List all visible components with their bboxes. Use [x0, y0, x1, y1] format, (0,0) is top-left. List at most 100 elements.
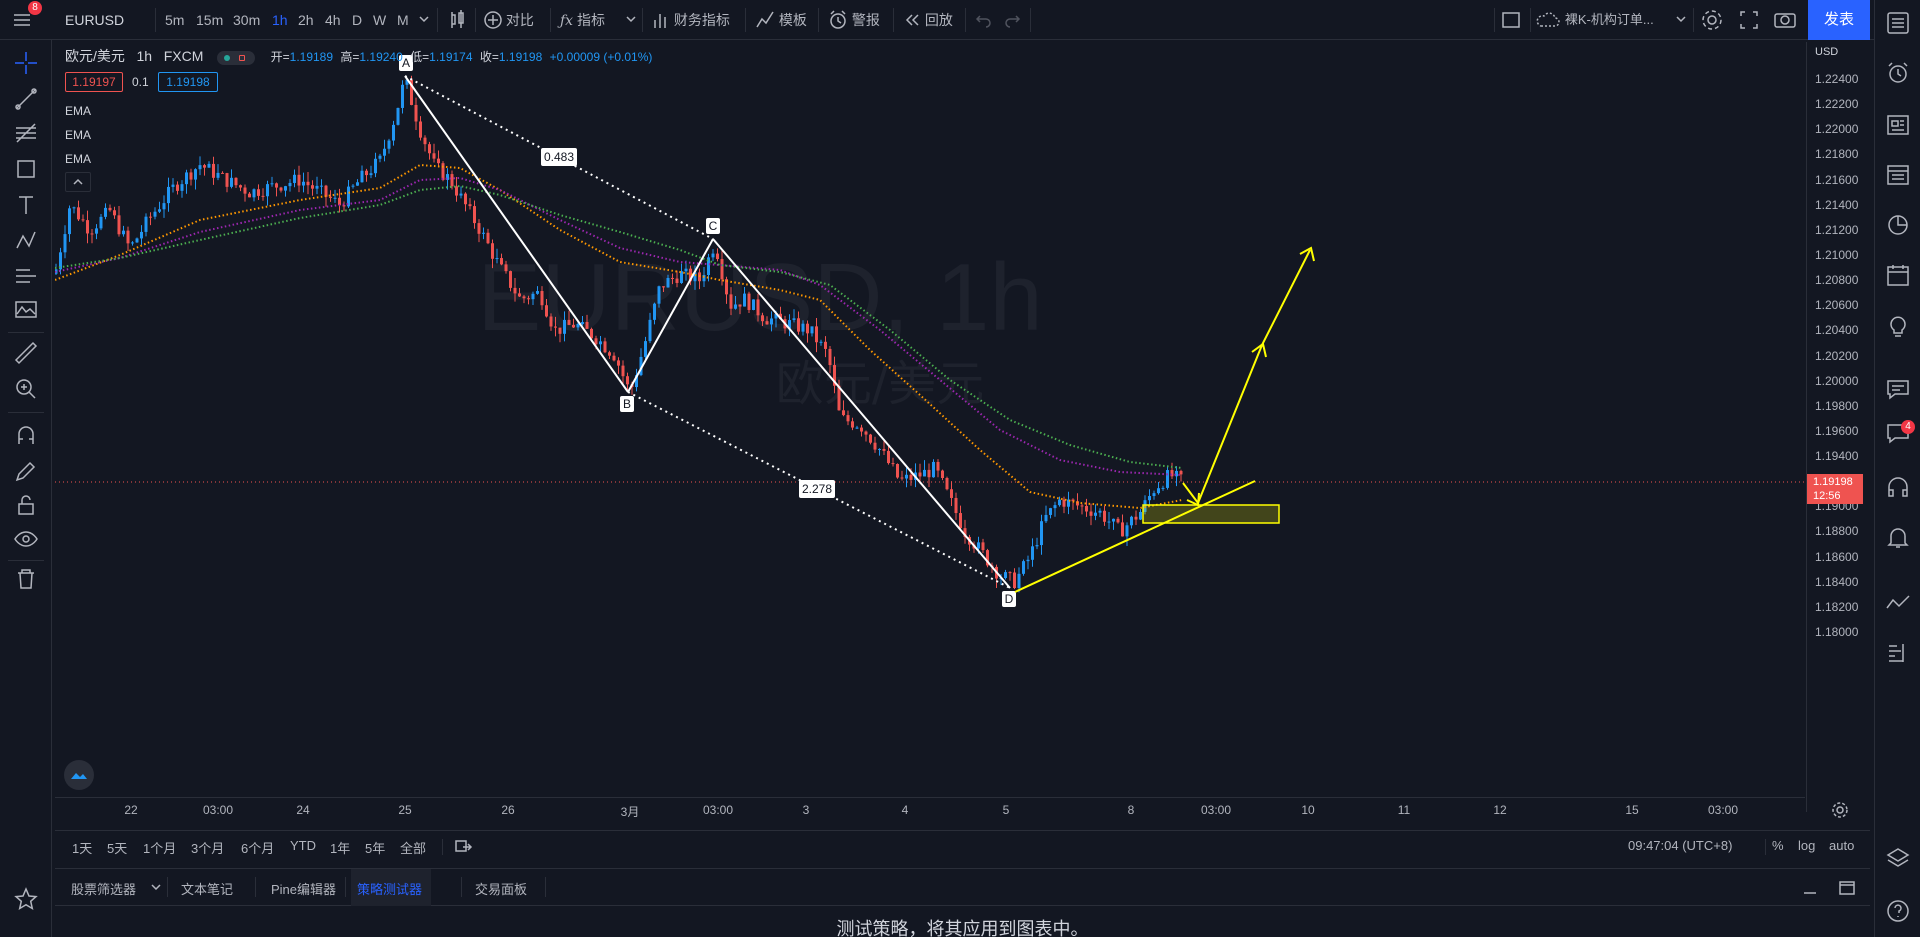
- screenshot-button[interactable]: [1773, 0, 1797, 40]
- watermark-name: 欧元/美元: [776, 356, 984, 412]
- trading-button[interactable]: [1885, 590, 1911, 616]
- trash-icon: [18, 569, 34, 589]
- range-ytd[interactable]: YTD: [290, 838, 316, 853]
- interval-m[interactable]: M: [397, 0, 409, 40]
- crosshair-tool[interactable]: [13, 50, 39, 76]
- candle-body: [1157, 488, 1160, 494]
- tab-text-notes[interactable]: 文本笔记: [181, 879, 233, 898]
- log-scale-toggle[interactable]: log: [1798, 838, 1815, 853]
- icons-tool[interactable]: [13, 296, 39, 322]
- shapes-tool[interactable]: [13, 156, 39, 182]
- tv-logo[interactable]: [64, 760, 94, 790]
- interval-5m[interactable]: 5m: [165, 0, 184, 40]
- zoom-tool[interactable]: [13, 376, 39, 402]
- auto-scale-toggle[interactable]: auto: [1829, 838, 1854, 853]
- indicators-button[interactable]: ƒx 指标: [560, 0, 605, 40]
- interval-w[interactable]: W: [373, 0, 386, 40]
- stay-drawing-tool[interactable]: [13, 458, 39, 484]
- pattern-tool[interactable]: [13, 228, 39, 254]
- interval-4h[interactable]: 4h: [325, 0, 341, 40]
- hide-drawings-tool[interactable]: [13, 526, 39, 552]
- remove-drawings-tool[interactable]: [13, 566, 39, 592]
- interval-d[interactable]: D: [352, 0, 362, 40]
- time-axis[interactable]: 22 03:00 24 25 26 3月 03:00 3 4 5 8 03:00 10 11 12 15 03:…: [55, 797, 1805, 823]
- range-1y[interactable]: 1年: [330, 838, 350, 857]
- range-5d[interactable]: 5天: [107, 838, 127, 857]
- axis-settings-button[interactable]: [1830, 800, 1850, 820]
- prediction-tool[interactable]: [13, 262, 39, 288]
- interval-1h[interactable]: 1h: [272, 0, 288, 40]
- range-3m[interactable]: 3个月: [191, 838, 224, 857]
- favorites-tool[interactable]: [13, 886, 39, 912]
- range-5y[interactable]: 5年: [365, 838, 385, 857]
- range-1m[interactable]: 1个月: [143, 838, 176, 857]
- ideas-button[interactable]: [1885, 312, 1911, 338]
- alert-button[interactable]: 警报: [828, 0, 880, 40]
- symbol-search[interactable]: EURUSD: [65, 0, 124, 40]
- range-1d[interactable]: 1天: [72, 838, 92, 857]
- price-axis[interactable]: USD 1.22400 1.22200 1.22000 1.21800 1.21600 1…: [1806, 42, 1868, 812]
- tab-stock-screener[interactable]: 股票筛选器: [71, 879, 136, 898]
- indicators-dropdown[interactable]: [625, 0, 637, 40]
- compare-button[interactable]: 对比: [484, 0, 534, 40]
- calendar-button[interactable]: [1885, 262, 1911, 288]
- text-tool[interactable]: [13, 192, 39, 218]
- chat-button[interactable]: [1885, 376, 1911, 402]
- streams-button[interactable]: [1885, 474, 1911, 500]
- undo-button[interactable]: [975, 0, 993, 40]
- candle-body: [1017, 573, 1021, 589]
- range-all[interactable]: 全部: [400, 838, 426, 857]
- camera-icon: [1774, 13, 1796, 28]
- collapse-legend-button[interactable]: [65, 172, 91, 192]
- tab-strategy-tester[interactable]: 策略测试器: [357, 879, 422, 898]
- interval-15m[interactable]: 15m: [196, 0, 223, 40]
- layout-name-button[interactable]: 裸K-机构订单...: [1535, 0, 1654, 40]
- crosshair-icon: [15, 52, 37, 74]
- layout-toggle-button[interactable]: [1500, 0, 1522, 40]
- financials-button[interactable]: 财务指标: [652, 0, 730, 40]
- redo-button[interactable]: [1003, 0, 1021, 40]
- cloud-icon: [1536, 12, 1560, 27]
- chart-type-button[interactable]: [447, 0, 467, 40]
- buy-price-button[interactable]: 1.19198: [158, 72, 218, 92]
- help-button[interactable]: [1885, 898, 1911, 924]
- price-chart[interactable]: EURUSD, 1h欧元/美元ABCD0.4832.278: [55, 42, 1806, 797]
- news-button[interactable]: [1885, 112, 1911, 138]
- sell-price-button[interactable]: 1.19197: [65, 72, 123, 92]
- dom-button[interactable]: [1885, 640, 1911, 666]
- tab-trading-panel[interactable]: 交易面板: [475, 879, 527, 898]
- replay-button[interactable]: 回放: [903, 0, 953, 40]
- candle-body: [1049, 508, 1052, 515]
- magnet-tool[interactable]: [13, 422, 39, 448]
- interval-30m[interactable]: 30m: [233, 0, 260, 40]
- templates-button[interactable]: 模板: [755, 0, 807, 40]
- layout-dropdown[interactable]: [1675, 0, 1687, 40]
- trend-line-tool[interactable]: [13, 86, 39, 112]
- minimize-panel-button[interactable]: [1800, 878, 1820, 898]
- ema-indicator-2[interactable]: EMA: [65, 128, 91, 142]
- clock[interactable]: 09:47:04 (UTC+8): [1628, 838, 1732, 853]
- fib-tool[interactable]: [13, 120, 39, 146]
- ema-indicator-1[interactable]: EMA: [65, 104, 91, 118]
- tab-pine-editor[interactable]: Pine编辑器: [271, 879, 336, 898]
- measure-tool[interactable]: [13, 340, 39, 366]
- maximize-panel-button[interactable]: [1837, 878, 1857, 898]
- percent-scale-toggle[interactable]: %: [1772, 838, 1784, 853]
- lock-drawings-tool[interactable]: [13, 492, 39, 518]
- watchlist-button[interactable]: [1885, 10, 1911, 36]
- interval-2h[interactable]: 2h: [298, 0, 314, 40]
- hotlist-button[interactable]: [1885, 212, 1911, 238]
- menu-button[interactable]: [12, 10, 32, 30]
- layers-button[interactable]: [1885, 846, 1911, 872]
- interval-dropdown[interactable]: [418, 0, 430, 40]
- ema-indicator-3[interactable]: EMA: [65, 152, 91, 166]
- notifications-button[interactable]: [1885, 524, 1911, 550]
- fullscreen-button[interactable]: [1738, 0, 1760, 40]
- data-window-button[interactable]: [1885, 162, 1911, 188]
- settings-button[interactable]: [1700, 0, 1724, 40]
- goto-date-button[interactable]: [453, 837, 473, 857]
- alerts-button[interactable]: [1885, 60, 1911, 86]
- publish-button[interactable]: 发表: [1808, 0, 1870, 40]
- screener-dropdown[interactable]: [150, 877, 162, 900]
- range-6m[interactable]: 6个月: [241, 838, 274, 857]
